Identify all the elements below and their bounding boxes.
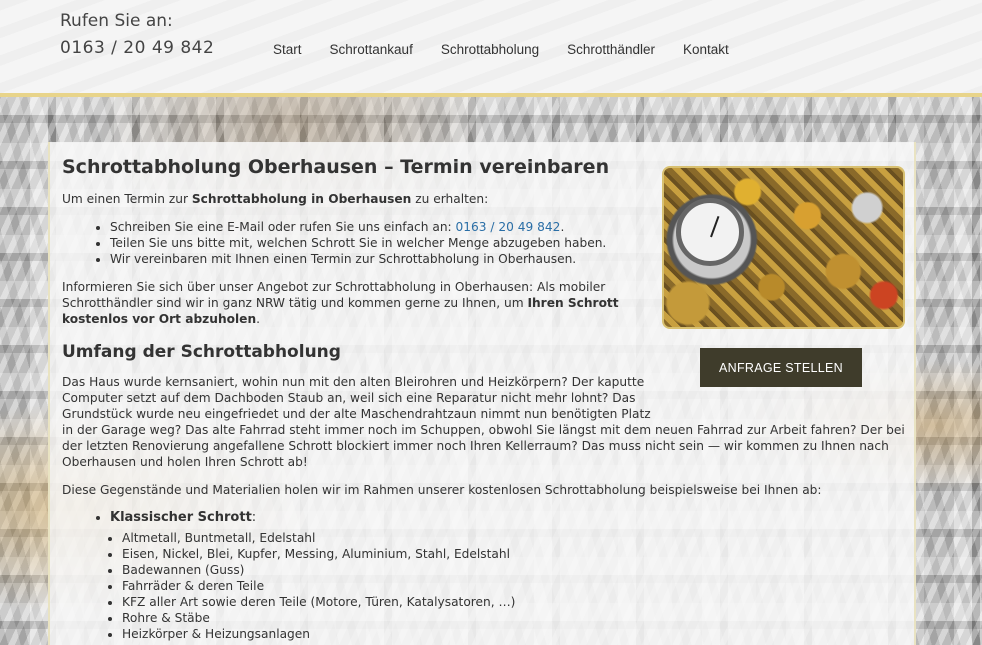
list-item: Altmetall, Buntmetall, Edelstahl (122, 530, 515, 546)
pressure-gauge-icon (676, 198, 744, 266)
steps-list: Schreiben Sie eine E-Mail oder rufen Sie… (90, 219, 606, 267)
materials-list: Altmetall, Buntmetall, Edelstahl Eisen, … (102, 530, 515, 642)
list-item: Klassischer Schrott: (110, 510, 256, 526)
site-header: Rufen Sie an: 0163 / 20 49 842 Start Sch… (0, 0, 982, 97)
phone-label: Rufen Sie an: (60, 11, 173, 31)
list-item: Teilen Sie uns bitte mit, welchen Schrot… (110, 235, 606, 251)
nav-schrottabholung[interactable]: Schrottabholung (441, 42, 539, 57)
nav-schrotthaendler[interactable]: Schrotthändler (567, 42, 655, 57)
list-item: Fahrräder & deren Teile (122, 578, 515, 594)
list-item: Schreiben Sie eine E-Mail oder rufen Sie… (110, 219, 606, 235)
nav-schrottankauf[interactable]: Schrottankauf (330, 42, 413, 57)
list-item: KFZ aller Art sowie deren Teile (Motore,… (122, 594, 515, 610)
scrap-metal-photo (662, 166, 905, 329)
content-panel: Schrottabholung Oberhausen – Termin vere… (48, 142, 916, 645)
list-item: Wir vereinbaren mit Ihnen einen Termin z… (110, 251, 606, 267)
list-item: Rohre & Stäbe (122, 610, 515, 626)
info-text: Informieren Sie sich über unser Angebot … (62, 280, 619, 326)
category-list: Klassischer Schrott: (90, 510, 256, 526)
intro-text: Um einen Termin zur Schrottabholung in O… (62, 192, 489, 206)
section-title: Umfang der Schrottabholung (62, 342, 341, 362)
page-title: Schrottabholung Oberhausen – Termin vere… (62, 156, 610, 178)
nav-start[interactable]: Start (273, 42, 302, 57)
main-nav: Start Schrottankauf Schrottabholung Schr… (273, 42, 757, 57)
phone-number[interactable]: 0163 / 20 49 842 (60, 38, 214, 58)
nav-kontakt[interactable]: Kontakt (683, 42, 729, 57)
list-item: Eisen, Nickel, Blei, Kupfer, Messing, Al… (122, 546, 515, 562)
materials-intro: Diese Gegenstände und Materialien holen … (62, 483, 822, 497)
list-item: Heizkörper & Heizungsanlagen (122, 626, 515, 642)
list-item: Badewannen (Guss) (122, 562, 515, 578)
scope-text: Das Haus wurde kernsaniert, wohin nun mi… (62, 375, 905, 469)
phone-link[interactable]: 0163 / 20 49 842 (456, 220, 561, 234)
